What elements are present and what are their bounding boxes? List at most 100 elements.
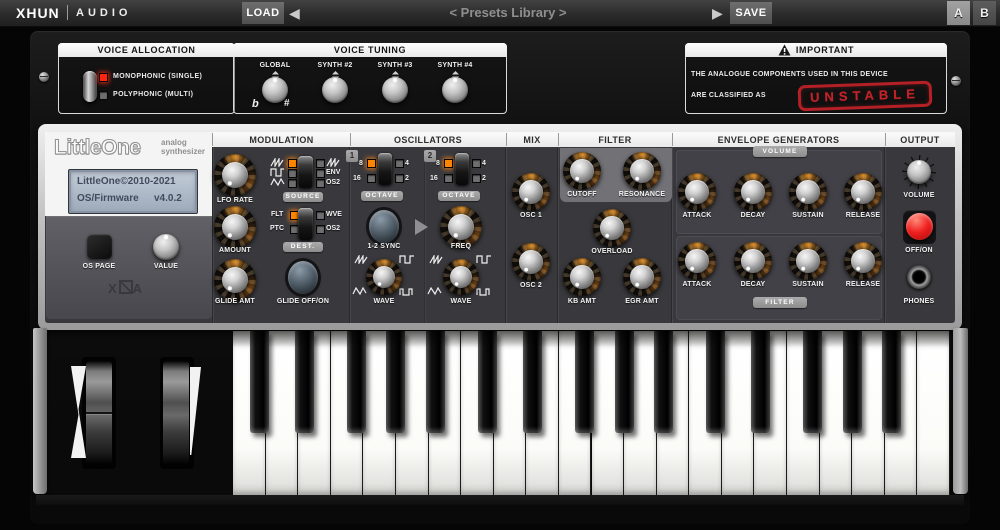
lfo-rate-knob[interactable] bbox=[214, 154, 256, 196]
egr-amt-label: EGR AMT bbox=[607, 298, 677, 305]
black-key[interactable] bbox=[803, 331, 822, 433]
vol-decay-knob[interactable] bbox=[734, 173, 772, 211]
next-preset-icon[interactable]: ▶ bbox=[712, 4, 723, 22]
amount-knob[interactable] bbox=[214, 206, 256, 248]
source-led-4 bbox=[316, 159, 325, 168]
black-key[interactable] bbox=[523, 331, 542, 433]
osc2-wave-label: WAVE bbox=[426, 298, 496, 305]
vol-release-knob[interactable] bbox=[844, 173, 882, 211]
littleone-synth-window: XHUN AUDIO LOAD ◀ < Presets Library > ▶ … bbox=[0, 0, 1000, 530]
mono-label: MONOPHONIC (SINGLE) bbox=[113, 73, 202, 80]
header-divider bbox=[506, 133, 507, 146]
black-key[interactable] bbox=[426, 331, 445, 433]
triangle-wave-icon bbox=[352, 287, 367, 296]
vol-attack-knob[interactable] bbox=[678, 173, 716, 211]
resonance-knob[interactable] bbox=[623, 152, 661, 190]
source-led-2 bbox=[288, 169, 297, 178]
littleone-logo: LittleOne bbox=[54, 136, 141, 160]
tuning-synth4-label: SYNTH #4 bbox=[420, 62, 490, 69]
dest-flt-label: FLT bbox=[271, 211, 283, 218]
white-key[interactable] bbox=[494, 331, 527, 495]
synth2-tune-knob[interactable] bbox=[322, 77, 348, 103]
pulse-wave-icon bbox=[476, 287, 492, 296]
black-key[interactable] bbox=[347, 331, 366, 433]
source-led-3 bbox=[288, 179, 297, 188]
black-key[interactable] bbox=[654, 331, 673, 433]
osc2-wave-knob[interactable] bbox=[443, 259, 479, 295]
egr-amt-knob[interactable] bbox=[623, 258, 661, 296]
mod-wheel[interactable] bbox=[163, 361, 189, 465]
cutoff-knob[interactable] bbox=[563, 152, 601, 190]
black-key[interactable] bbox=[386, 331, 405, 433]
flat-symbol: b bbox=[252, 98, 259, 110]
lcd-line2-right: v4.0.2 bbox=[154, 193, 182, 204]
white-key[interactable] bbox=[266, 331, 299, 495]
dest-switch[interactable] bbox=[298, 208, 313, 240]
black-key[interactable] bbox=[706, 331, 725, 433]
osc2-oct2-label: 2 bbox=[482, 175, 486, 182]
header-divider bbox=[672, 133, 673, 146]
output-volume-knob[interactable] bbox=[907, 160, 931, 184]
black-key[interactable] bbox=[295, 331, 314, 433]
source-switch[interactable] bbox=[298, 156, 313, 188]
flt-sustain-knob[interactable] bbox=[789, 242, 827, 280]
power-button[interactable] bbox=[906, 213, 933, 240]
slot-b-button[interactable]: B bbox=[973, 1, 996, 25]
pitch-wheel-seam bbox=[86, 412, 112, 414]
dest-wve-label: WVE bbox=[326, 211, 342, 218]
os-page-button[interactable] bbox=[87, 234, 112, 259]
synth3-tune-knob[interactable] bbox=[382, 77, 408, 103]
phones-jack bbox=[907, 265, 931, 289]
lcd-line2-left: OS/Firmware bbox=[77, 193, 139, 204]
glide-amt-knob[interactable] bbox=[214, 259, 256, 301]
voice-mode-toggle[interactable] bbox=[83, 71, 97, 102]
flt-attack-knob[interactable] bbox=[678, 242, 716, 280]
screw-icon bbox=[951, 76, 961, 86]
source-badge: SOURCE bbox=[283, 192, 323, 202]
pitch-wheel[interactable] bbox=[86, 361, 112, 465]
section-title-envelopes: ENVELOPE GENERATORS bbox=[672, 135, 885, 145]
saw-wave-icon bbox=[354, 255, 369, 264]
section-divider bbox=[505, 147, 507, 323]
value-knob[interactable] bbox=[153, 234, 179, 260]
black-key[interactable] bbox=[882, 331, 901, 433]
osc1-oct4-label: 4 bbox=[405, 160, 409, 167]
keyboard[interactable] bbox=[233, 331, 950, 495]
saw-wave-icon bbox=[429, 255, 444, 264]
white-key[interactable] bbox=[917, 331, 950, 495]
black-key[interactable] bbox=[751, 331, 770, 433]
black-key[interactable] bbox=[478, 331, 497, 433]
section-title-oscillators: OSCILLATORS bbox=[350, 135, 506, 145]
flt-release-knob[interactable] bbox=[844, 242, 882, 280]
black-key[interactable] bbox=[843, 331, 862, 433]
overload-label: OVERLOAD bbox=[577, 248, 647, 255]
synth4-tune-knob[interactable] bbox=[442, 77, 468, 103]
osc1-oct16-led bbox=[367, 174, 376, 183]
resonance-label: RESONANCE bbox=[607, 191, 677, 198]
mix-osc2-knob[interactable] bbox=[512, 243, 550, 281]
load-button[interactable]: LOAD bbox=[242, 2, 284, 24]
overload-knob[interactable] bbox=[593, 209, 631, 247]
preset-display[interactable]: < Presets Library > bbox=[306, 5, 710, 20]
osc-sync-button[interactable] bbox=[369, 210, 399, 243]
slot-a-button[interactable]: A bbox=[947, 1, 970, 25]
osc1-octave-switch[interactable] bbox=[378, 153, 392, 185]
osc2-oct8-led bbox=[444, 159, 453, 168]
osc2-freq-knob[interactable] bbox=[440, 206, 482, 248]
mix-osc1-knob[interactable] bbox=[512, 173, 550, 211]
prev-preset-icon[interactable]: ◀ bbox=[289, 4, 300, 22]
source-led-1 bbox=[288, 159, 297, 168]
save-button[interactable]: SAVE bbox=[730, 2, 772, 24]
white-key[interactable] bbox=[722, 331, 755, 495]
black-key[interactable] bbox=[615, 331, 634, 433]
osc1-wave-knob[interactable] bbox=[366, 259, 402, 295]
kb-amt-knob[interactable] bbox=[563, 258, 601, 296]
glide-on-off-button[interactable] bbox=[288, 261, 318, 294]
output-volume-label: VOLUME bbox=[884, 192, 954, 199]
filter-env-badge: FILTER bbox=[753, 297, 807, 308]
osc2-octave-switch[interactable] bbox=[455, 153, 469, 185]
black-key[interactable] bbox=[250, 331, 269, 433]
vol-sustain-knob[interactable] bbox=[789, 173, 827, 211]
flt-decay-knob[interactable] bbox=[734, 242, 772, 280]
black-key[interactable] bbox=[575, 331, 594, 433]
